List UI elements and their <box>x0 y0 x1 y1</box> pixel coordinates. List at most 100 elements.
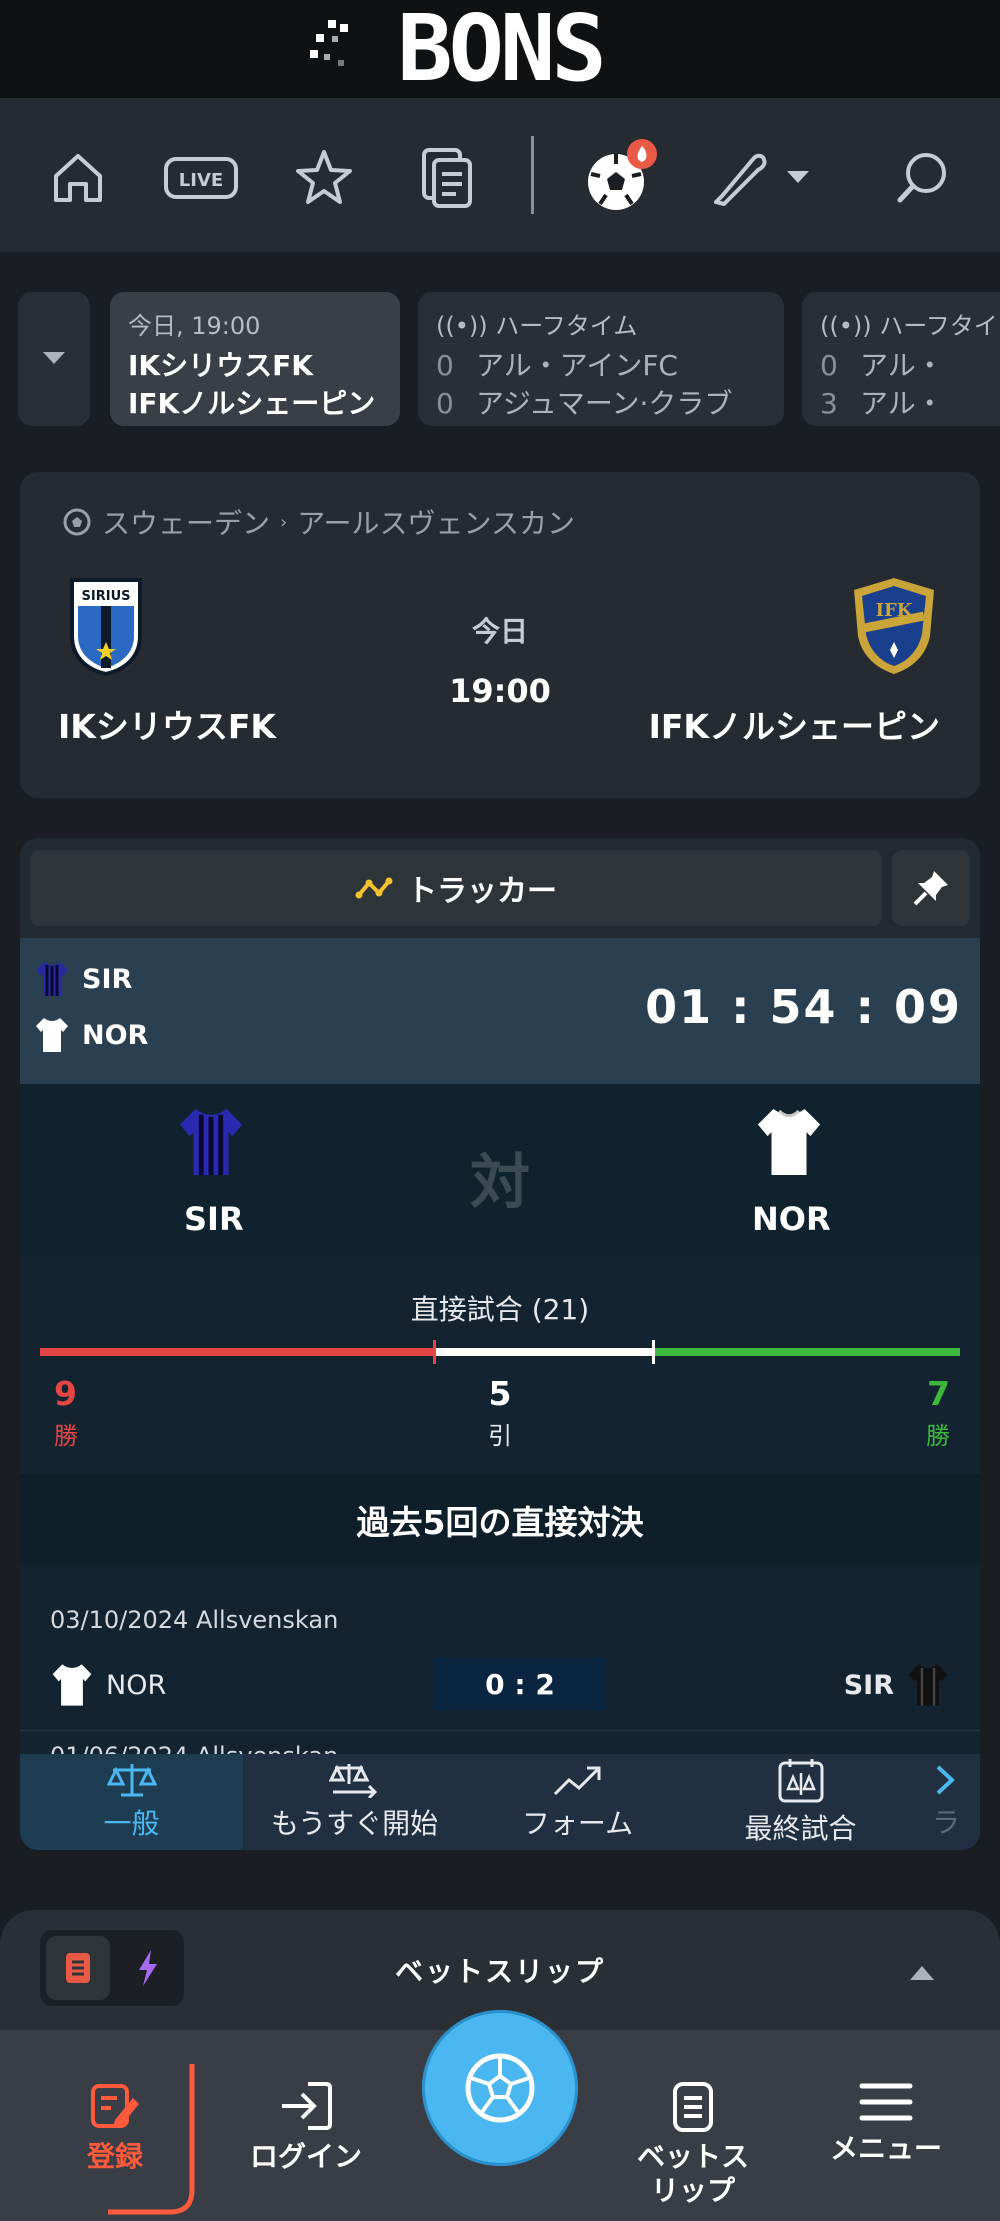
strip-away: アジュマーン·クラブ <box>476 387 733 420</box>
tab-form[interactable]: フォーム <box>466 1754 689 1850</box>
result-date: 03/10/2024 Allsvenskan <box>50 1606 339 1634</box>
home-shirt-icon <box>36 962 68 996</box>
scales-icon <box>106 1764 157 1797</box>
soccer-ball-icon <box>465 2053 535 2123</box>
login-label: ログイン <box>249 2140 362 2173</box>
register-highlight-curve <box>108 2064 195 2215</box>
login-icon <box>282 2082 332 2130</box>
tab-label: 最終試合 <box>744 1812 857 1845</box>
document-icon[interactable] <box>406 138 486 218</box>
home-crest-text: SIRIUS <box>82 589 131 604</box>
versus-panel: SIR 対 NOR <box>20 1084 980 1256</box>
away-shirt-icon <box>757 1108 821 1176</box>
score-strip: SIR NOR 01 : 54 : 09 <box>20 938 980 1084</box>
menu-icon <box>859 2083 913 2121</box>
result-away-abbr: SIR <box>843 1669 894 1701</box>
live-label: LIVE <box>179 170 223 191</box>
menu-label: メニュー <box>829 2132 942 2165</box>
draws-count: 5 <box>488 1374 512 1413</box>
soccer-hot-icon[interactable] <box>578 138 658 218</box>
match-header-card: スウェーデン › アールスヴェンスカン SIRIUS IFK IKシリウスFK … <box>20 472 980 798</box>
h2h-title: 直接試合 (21) <box>410 1293 590 1326</box>
search-icon[interactable] <box>882 138 962 218</box>
tab-label: ラ <box>931 1806 960 1839</box>
strip-time: 今日, 19:00 <box>128 312 261 340</box>
baseball-bat-icon[interactable] <box>700 138 780 218</box>
strip-home: アル・ <box>860 349 944 382</box>
vs-label: 対 <box>470 1148 530 1218</box>
pin-button[interactable] <box>892 850 970 926</box>
last5-header: 過去5回の直接対決 <box>20 1474 980 1564</box>
tracker-icon <box>355 877 393 899</box>
strip-status: ハーフタイム <box>495 312 638 340</box>
score-strip-home: SIR <box>34 960 132 998</box>
tab-label: もうすぐ開始 <box>270 1807 439 1840</box>
breadcrumb-country: スウェーデン <box>102 507 271 540</box>
vs-away-abbr: NOR <box>752 1200 831 1238</box>
logo-dots-icon <box>310 20 348 66</box>
strip-match-2[interactable]: ((•)) ハーフタイム 0 アル・アインFC 0 アジュマーン·クラブ <box>418 292 784 426</box>
betslip-title[interactable]: ベットスリップ <box>0 1950 1000 1990</box>
result-home-abbr: NOR <box>106 1669 167 1701</box>
draws-label: 引 <box>488 1422 512 1450</box>
top-nav: LIVE <box>0 98 1000 252</box>
pin-icon <box>913 871 948 906</box>
strip-match-1[interactable]: 今日, 19:00 IKシリウスFK IFKノルシェーピン <box>110 292 400 426</box>
broadcast-icon: ((•)) <box>436 312 496 340</box>
betslip-nav-button[interactable]: ベットス リップ <box>628 2082 758 2208</box>
strip-away: IFKノルシェーピン <box>128 387 376 420</box>
tab-upcoming[interactable]: もうすぐ開始 <box>243 1754 466 1850</box>
match-date: 今日 <box>471 615 528 648</box>
h2h-bar-home <box>40 1348 435 1356</box>
menu-button[interactable]: メニュー <box>826 2080 946 2166</box>
star-icon[interactable] <box>284 138 364 218</box>
strip-home: アル・アインFC <box>476 349 678 382</box>
last5-title: 過去5回の直接対決 <box>356 1503 644 1542</box>
result-separator <box>20 1730 980 1731</box>
strip-status: ハーフタイ <box>879 312 998 340</box>
betslip-icon <box>673 2082 713 2132</box>
away-wins-label: 勝 <box>926 1422 950 1450</box>
result-row[interactable]: NOR 0 : 2 SIR <box>50 1658 950 1710</box>
betslip-nav-label: ベットス リップ <box>636 2140 749 2207</box>
chevron-down-icon <box>43 352 65 364</box>
result-score: 0 : 2 <box>434 1658 606 1710</box>
breadcrumb-league: アールスヴェンスカン <box>297 507 575 540</box>
home-shirt-icon <box>908 1664 948 1706</box>
away-wins-count: 7 <box>927 1374 950 1413</box>
logo-bar: BONS <box>0 0 1000 98</box>
live-icon[interactable]: LIVE <box>160 138 242 218</box>
kickoff-countdown: 01 : 54 : 09 <box>645 980 962 1034</box>
scales-arrow-icon <box>328 1764 377 1798</box>
bons-logo[interactable]: BONS <box>397 3 607 95</box>
strip-home-score: 0 <box>436 349 454 382</box>
home-icon[interactable] <box>38 138 118 218</box>
breadcrumb[interactable]: スウェーデン › アールスヴェンスカン <box>62 502 575 542</box>
strip-collapse-button[interactable] <box>18 292 90 426</box>
soccer-ball-icon <box>63 508 91 536</box>
chevron-right-icon <box>936 1765 955 1795</box>
tracker-label: トラッカー <box>407 874 557 909</box>
away-shirt-icon <box>36 1018 68 1052</box>
sports-fab-button[interactable] <box>422 2010 578 2166</box>
result-home: NOR <box>50 1662 166 1708</box>
strip-away-score: 3 <box>820 387 838 420</box>
chevron-up-icon[interactable] <box>910 1966 934 1980</box>
tab-last-match[interactable]: 最終試合 <box>689 1754 912 1850</box>
tab-scroll-right[interactable]: ラ <box>912 1754 980 1850</box>
tracker-tabs: 一般 もうすぐ開始 フォーム 最終試合 ラ <box>20 1754 980 1850</box>
chevron-right-icon: › <box>280 511 288 533</box>
tab-label: フォーム <box>521 1807 634 1840</box>
tab-label: 一般 <box>103 1807 160 1840</box>
chevron-down-icon[interactable] <box>778 138 818 218</box>
tracker-card: トラッカー SIR NOR 01 : 54 : 09 SIR 対 NOR 直接試… <box>20 838 980 1850</box>
home-abbr: SIR <box>82 963 133 995</box>
broadcast-icon: ((•)) <box>820 312 880 340</box>
strip-match-3[interactable]: ((•)) ハーフタイ 0 アル・ 3 アル・ <box>802 292 1000 426</box>
tracker-button[interactable]: トラッカー <box>30 850 882 926</box>
h2h-tick-home <box>433 1340 437 1364</box>
login-button[interactable]: ログイン <box>244 2080 368 2174</box>
result-away: SIR <box>844 1662 950 1708</box>
h2h-bar-draw <box>434 1348 654 1356</box>
tab-general[interactable]: 一般 <box>20 1754 243 1850</box>
